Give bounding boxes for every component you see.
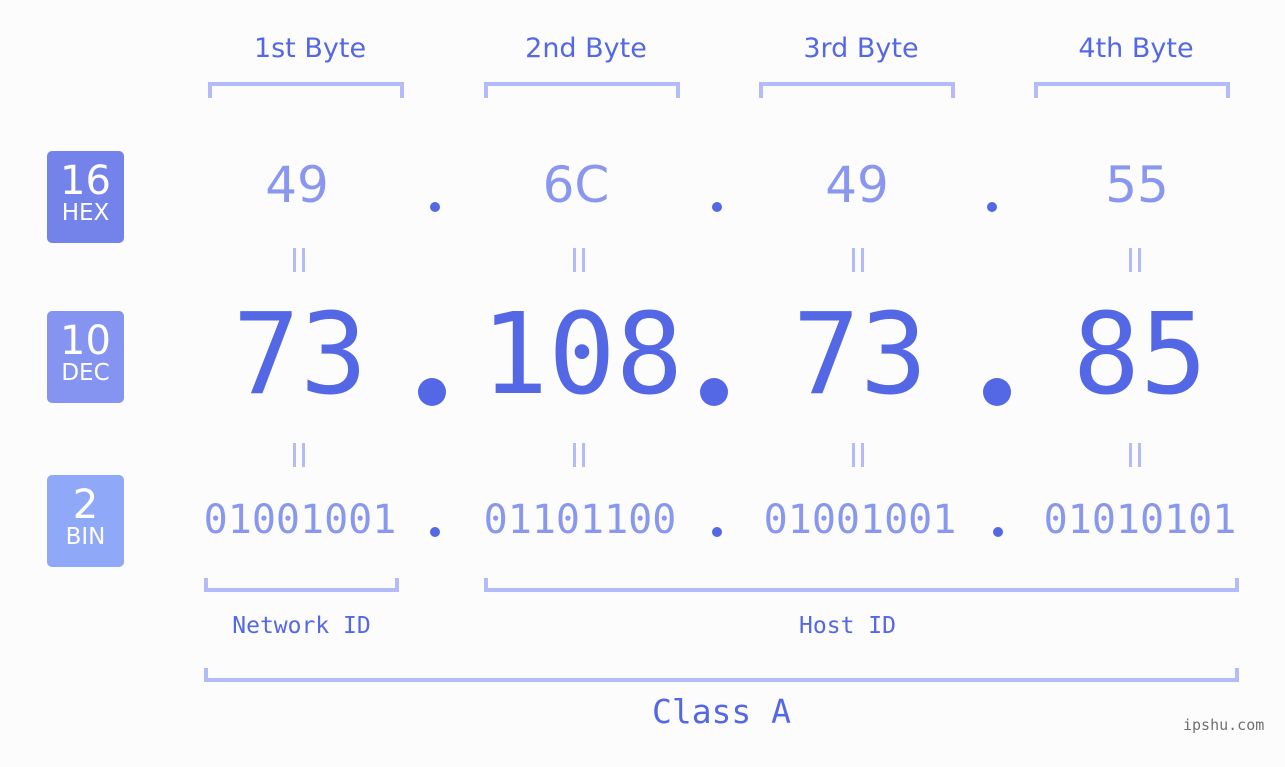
network-id-bracket <box>204 578 399 592</box>
hex-base-number: 16 <box>60 158 111 204</box>
hex-badge: 16 HEX <box>47 151 124 243</box>
dec-dot-1 <box>418 378 446 406</box>
watermark: ipshu.com <box>1183 716 1265 734</box>
equals-icon <box>573 248 585 272</box>
hex-byte-4: 55 <box>1105 156 1169 214</box>
hex-dot-1 <box>430 202 440 212</box>
dec-base-number: 10 <box>60 318 111 364</box>
byte-bracket-4 <box>1034 82 1230 98</box>
equals-icon <box>852 443 864 467</box>
network-id-label: Network ID <box>232 613 371 639</box>
class-label: Class A <box>651 692 792 731</box>
dec-byte-1: 73 <box>232 290 368 420</box>
dec-base-label: DEC <box>61 360 110 386</box>
class-bracket <box>204 668 1239 682</box>
hex-byte-1: 49 <box>265 156 329 214</box>
host-id-bracket <box>484 578 1239 592</box>
equals-icon <box>852 248 864 272</box>
hex-dot-3 <box>987 202 997 212</box>
byte-label-4: 4th Byte <box>1078 33 1194 64</box>
byte-bracket-1 <box>208 82 404 98</box>
bin-dot-1 <box>430 527 440 537</box>
dec-byte-4: 85 <box>1072 290 1208 420</box>
bin-base-number: 2 <box>72 482 99 528</box>
host-id-label: Host ID <box>799 613 896 639</box>
dec-dot-3 <box>983 378 1011 406</box>
byte-label-1: 1st Byte <box>253 33 367 64</box>
bin-byte-3: 01001001 <box>763 497 957 543</box>
dec-byte-3: 73 <box>792 290 928 420</box>
hex-byte-2: 6C <box>542 156 610 214</box>
hex-byte-3: 49 <box>825 156 889 214</box>
bin-byte-2: 01101100 <box>483 497 677 543</box>
equals-icon <box>1129 248 1141 272</box>
bin-badge: 2 BIN <box>47 475 124 567</box>
equals-icon <box>573 443 585 467</box>
bin-dot-2 <box>712 527 722 537</box>
bin-base-label: BIN <box>65 524 106 550</box>
equals-icon <box>1129 443 1141 467</box>
equals-icon <box>293 443 305 467</box>
bin-byte-1: 01001001 <box>203 497 397 543</box>
byte-label-2: 2nd Byte <box>525 33 647 64</box>
dec-byte-2: 108 <box>480 290 684 420</box>
bin-byte-4: 01010101 <box>1043 497 1237 543</box>
bin-dot-3 <box>993 527 1003 537</box>
dec-badge: 10 DEC <box>47 311 124 403</box>
byte-bracket-3 <box>759 82 955 98</box>
hex-base-label: HEX <box>61 200 110 226</box>
equals-icon <box>293 248 305 272</box>
hex-dot-2 <box>712 202 722 212</box>
byte-label-3: 3rd Byte <box>803 33 919 64</box>
byte-bracket-2 <box>484 82 680 98</box>
dec-dot-2 <box>700 378 728 406</box>
